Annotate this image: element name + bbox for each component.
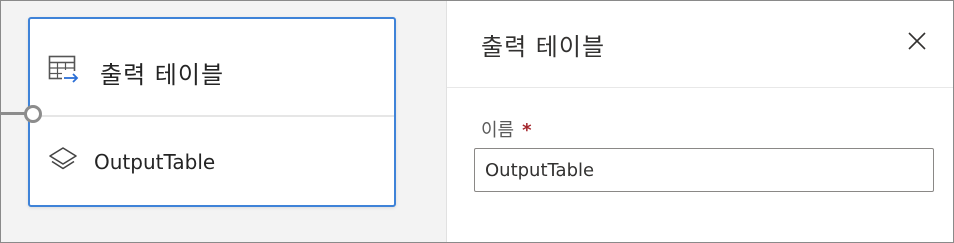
node-title: 출력 테이블 [100, 61, 225, 89]
required-marker: * [522, 120, 532, 141]
layers-icon [48, 145, 78, 175]
table-output-icon [48, 53, 80, 87]
close-icon [907, 31, 927, 55]
node-body: OutputTable [30, 117, 394, 205]
close-button[interactable] [899, 25, 935, 61]
panel-header: 출력 테이블 [447, 1, 953, 88]
name-input[interactable] [474, 148, 934, 192]
node-header: 출력 테이블 [30, 19, 394, 117]
properties-panel: 출력 테이블 이름 * [446, 1, 953, 242]
output-table-node[interactable]: 출력 테이블 OutputTable [24, 17, 396, 207]
app-frame: 출력 테이블 OutputTable 출력 테이블 이름 * OutputTab… [0, 0, 954, 243]
designer-canvas[interactable]: 출력 테이블 OutputTable [1, 1, 446, 242]
panel-title: 출력 테이블 [481, 33, 606, 61]
node-output-name: OutputTable [94, 150, 216, 174]
name-label-text: 이름 [481, 120, 515, 141]
name-field-label: 이름 * [481, 116, 532, 142]
